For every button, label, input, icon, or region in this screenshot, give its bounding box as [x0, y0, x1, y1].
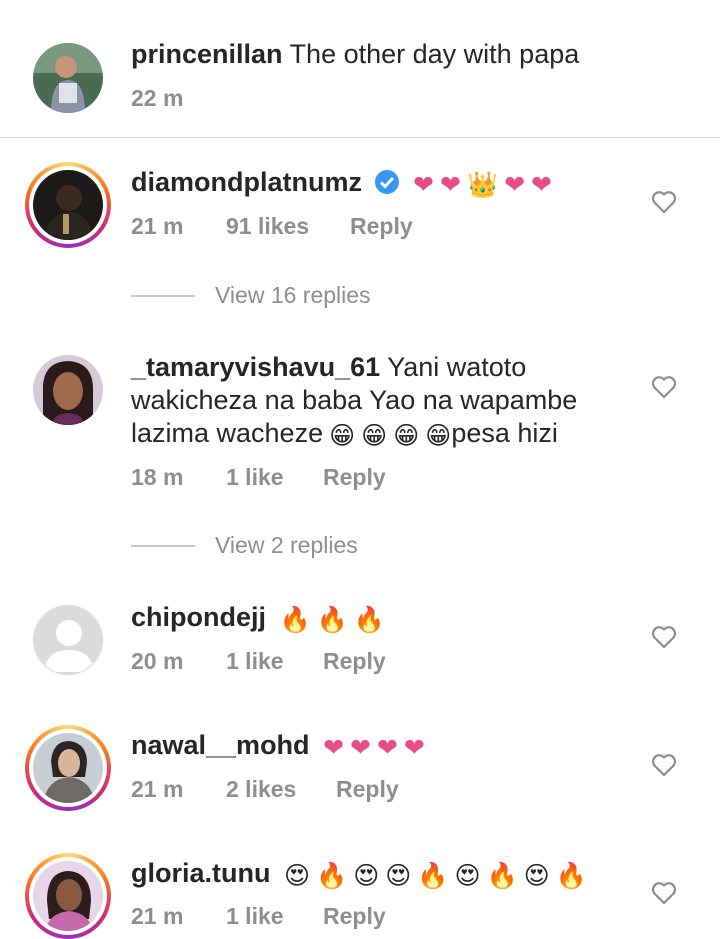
- reply-button[interactable]: Reply: [336, 776, 399, 803]
- heart-emoji: ❤: [439, 171, 461, 199]
- comment-time: 21 m: [131, 776, 184, 802]
- comment-username[interactable]: chipondejj: [131, 602, 266, 632]
- verified-badge-icon: [374, 169, 400, 203]
- fire-emoji: 🔥: [279, 606, 311, 634]
- avatar-princenillan[interactable]: [33, 43, 103, 113]
- reply-button[interactable]: Reply: [323, 464, 386, 491]
- heart-eyes-emoji: 😍: [385, 862, 412, 890]
- heart-eyes-emoji: 😍: [523, 862, 550, 890]
- heart-emoji: ❤: [504, 171, 526, 199]
- heart-emoji: ❤: [350, 734, 371, 762]
- grin-emoji: 😁: [425, 422, 452, 450]
- grin-emoji: 😁: [393, 422, 420, 450]
- comment-time: 18 m: [131, 464, 184, 490]
- heart-emoji: ❤: [531, 171, 552, 199]
- caption-meta: 22 m: [131, 85, 183, 112]
- comment-time: 20 m: [131, 648, 184, 674]
- comment-username[interactable]: nawal__mohd: [131, 730, 310, 760]
- comment-username[interactable]: gloria.tunu: [131, 858, 270, 888]
- fire-emoji: 🔥: [316, 606, 348, 634]
- reply-button[interactable]: Reply: [350, 213, 413, 240]
- comment-time: 21 m: [131, 903, 184, 929]
- like-heart-icon[interactable]: [651, 190, 677, 214]
- heart-eyes-emoji: 😍: [353, 862, 380, 890]
- comment-likes[interactable]: 1 like: [226, 903, 323, 930]
- avatar-tamaryvishavu[interactable]: [33, 355, 103, 425]
- reply-button[interactable]: Reply: [323, 903, 386, 930]
- comment-body: _tamaryvishavu_61 Yani watoto wakicheza …: [131, 351, 621, 453]
- comment-line: diamondplatnumz ❤ ❤ 👑 ❤ ❤: [131, 166, 552, 203]
- avatar-diamondplatnumz: [33, 170, 103, 240]
- avatar-nawal-mohd: [33, 733, 103, 803]
- grin-emoji: 😁: [361, 422, 388, 450]
- comment-line: chipondejj 🔥 🔥 🔥: [131, 601, 385, 637]
- heart-emoji: ❤: [323, 734, 345, 762]
- divider: [131, 294, 195, 297]
- like-heart-icon[interactable]: [651, 753, 677, 777]
- comment-meta: 18 m 1 like Reply: [131, 464, 386, 491]
- like-heart-icon[interactable]: [651, 625, 677, 649]
- comment-meta: 21 m 1 like Reply: [131, 903, 386, 930]
- comment-likes[interactable]: 2 likes: [226, 776, 336, 803]
- grin-emoji: 😁: [329, 422, 356, 450]
- story-ring[interactable]: [25, 725, 111, 811]
- like-heart-icon[interactable]: [651, 881, 677, 905]
- comment-text-end: pesa hizi: [451, 418, 558, 448]
- fire-emoji: 🔥: [353, 606, 385, 634]
- crown-emoji: 👑: [466, 171, 499, 199]
- comment-meta: 21 m 2 likes Reply: [131, 776, 399, 803]
- view-replies-label: View 2 replies: [215, 532, 358, 558]
- fire-emoji: 🔥: [486, 862, 518, 890]
- heart-eyes-emoji: 😍: [454, 862, 481, 890]
- comment-likes[interactable]: 1 like: [226, 464, 323, 491]
- fire-emoji: 🔥: [555, 862, 587, 890]
- story-ring[interactable]: [25, 853, 111, 939]
- reply-button[interactable]: Reply: [323, 648, 386, 675]
- comment-username[interactable]: diamondplatnumz: [131, 167, 362, 197]
- story-ring[interactable]: [25, 162, 111, 248]
- comment-likes[interactable]: 1 like: [226, 648, 323, 675]
- view-replies-label: View 16 replies: [215, 282, 371, 308]
- caption-line: princenillan The other day with papa: [131, 38, 579, 71]
- comment-line: gloria.tunu 😍 🔥 😍 😍 🔥 😍 🔥 😍 🔥: [131, 857, 587, 893]
- caption-time: 22 m: [131, 85, 184, 111]
- fire-emoji: 🔥: [417, 862, 449, 890]
- post-caption: princenillan The other day with papa 22 …: [0, 0, 720, 138]
- view-replies-button[interactable]: View 2 replies: [131, 532, 358, 559]
- comment-meta: 21 m 91 likes Reply: [131, 213, 413, 240]
- heart-emoji: ❤: [403, 734, 425, 762]
- divider: [131, 544, 195, 547]
- caption-text: The other day with papa: [289, 39, 580, 69]
- avatar-default[interactable]: [33, 605, 103, 675]
- caption-username[interactable]: princenillan: [131, 39, 283, 69]
- heart-eyes-emoji: 😍: [284, 862, 311, 890]
- comment-likes[interactable]: 91 likes: [226, 213, 350, 240]
- comment-username[interactable]: _tamaryvishavu_61: [131, 352, 380, 382]
- avatar-gloria-tunu: [33, 861, 103, 931]
- heart-emoji: ❤: [376, 734, 398, 762]
- comment-time: 21 m: [131, 213, 184, 239]
- like-heart-icon[interactable]: [651, 375, 677, 399]
- fire-emoji: 🔥: [316, 862, 348, 890]
- heart-emoji: ❤: [413, 171, 434, 199]
- comment-meta: 20 m 1 like Reply: [131, 648, 386, 675]
- view-replies-button[interactable]: View 16 replies: [131, 282, 371, 309]
- comment-line: nawal__mohd ❤ ❤ ❤ ❤: [131, 729, 425, 765]
